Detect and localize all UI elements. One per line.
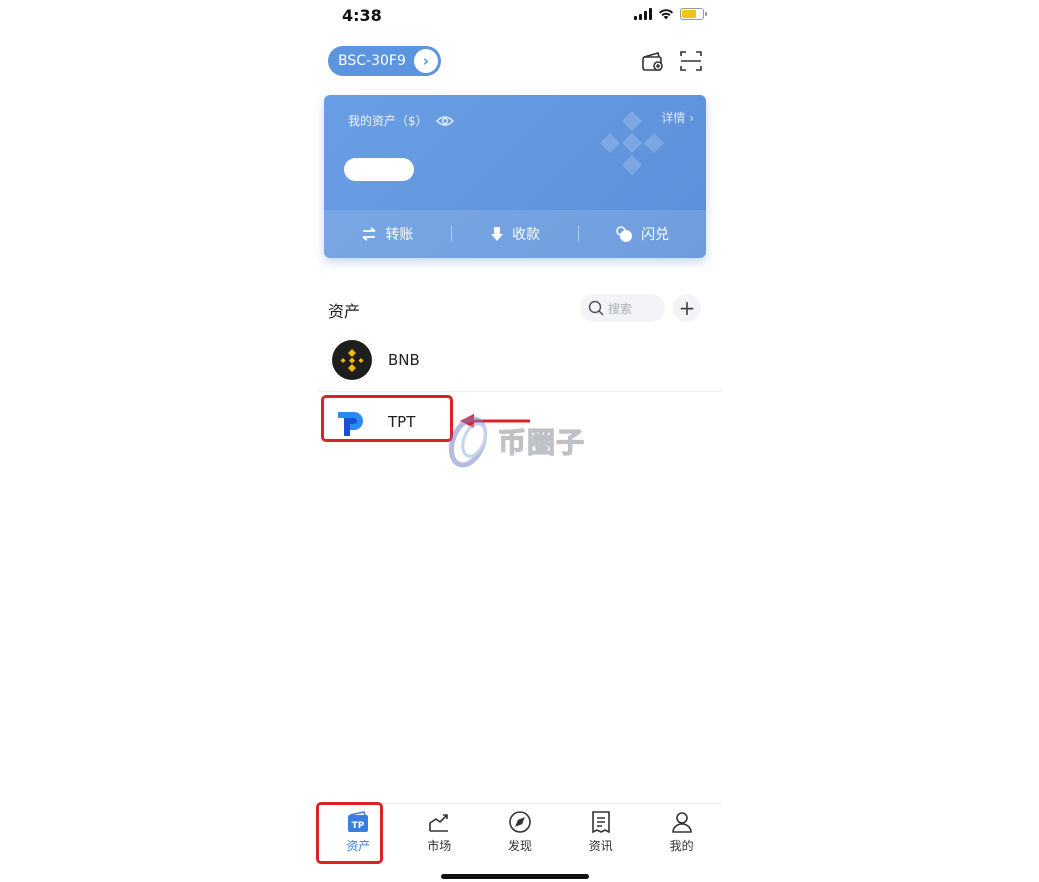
- tab-label: 资讯: [588, 839, 613, 853]
- watermark-logo-icon: [448, 416, 488, 468]
- search-icon: [588, 300, 604, 316]
- search-placeholder: 搜索: [608, 301, 633, 316]
- transfer-label: 转账: [385, 227, 414, 243]
- asset-card-title: 我的资产（$）: [348, 112, 454, 129]
- battery-icon: [680, 8, 707, 20]
- signal-icon: [634, 8, 652, 20]
- bnb-logo-icon: [332, 340, 372, 380]
- bnb-watermark-icon: [600, 111, 664, 175]
- swap-label: 闪兑: [641, 227, 670, 243]
- tab-market[interactable]: 市场: [399, 804, 480, 859]
- assets-tab-highlight-box: [316, 802, 383, 864]
- tab-news[interactable]: 资讯: [560, 804, 641, 859]
- status-icons: [634, 8, 707, 20]
- transfer-button[interactable]: 转账: [324, 224, 451, 244]
- token-row-bnb[interactable]: BNB: [318, 330, 722, 390]
- chevron-right-icon: ›: [413, 49, 438, 73]
- tab-label: 市场: [427, 839, 452, 853]
- watermark-text: 币圈子: [497, 425, 586, 459]
- tpt-highlight-box: [321, 395, 453, 442]
- status-time: 4:38: [342, 6, 382, 25]
- wallet-switch-button[interactable]: BSC-30F9 ›: [328, 46, 441, 76]
- receive-button[interactable]: 收款: [452, 224, 579, 244]
- tab-profile[interactable]: 我的: [641, 804, 722, 859]
- tab-discover[interactable]: 发现: [480, 804, 561, 859]
- receive-icon: [491, 227, 503, 241]
- search-input[interactable]: 搜索: [580, 294, 665, 322]
- hidden-balance: [344, 158, 414, 181]
- add-token-button[interactable]: +: [673, 294, 701, 322]
- scan-icon[interactable]: [678, 48, 704, 74]
- eye-icon[interactable]: [435, 115, 454, 127]
- wallet-name: BSC-30F9: [338, 53, 406, 69]
- receive-label: 收款: [512, 227, 540, 243]
- compass-icon: [509, 811, 531, 833]
- wallet-add-icon[interactable]: [640, 48, 666, 74]
- market-chart-icon: [429, 814, 449, 832]
- token-name: BNB: [388, 351, 420, 369]
- tab-label: 我的: [669, 839, 694, 853]
- swap-button[interactable]: 闪兑: [579, 224, 706, 244]
- news-icon: [591, 811, 610, 834]
- asset-card-title-text: 我的资产（$）: [348, 114, 428, 128]
- wifi-icon: [659, 9, 673, 20]
- asset-card: 我的资产（$） 详情 › 转账 收款 闪兑: [324, 95, 706, 258]
- watermark: 币圈子: [444, 412, 585, 470]
- assets-section-title: 资产: [328, 302, 361, 321]
- home-indicator: [441, 874, 589, 879]
- card-actions: 转账 收款 闪兑: [324, 210, 706, 258]
- swap-icon: [616, 225, 633, 242]
- user-icon: [671, 812, 692, 833]
- tab-label: 发现: [507, 839, 532, 853]
- transfer-icon: [362, 227, 376, 241]
- detail-link[interactable]: 详情 ›: [661, 109, 694, 126]
